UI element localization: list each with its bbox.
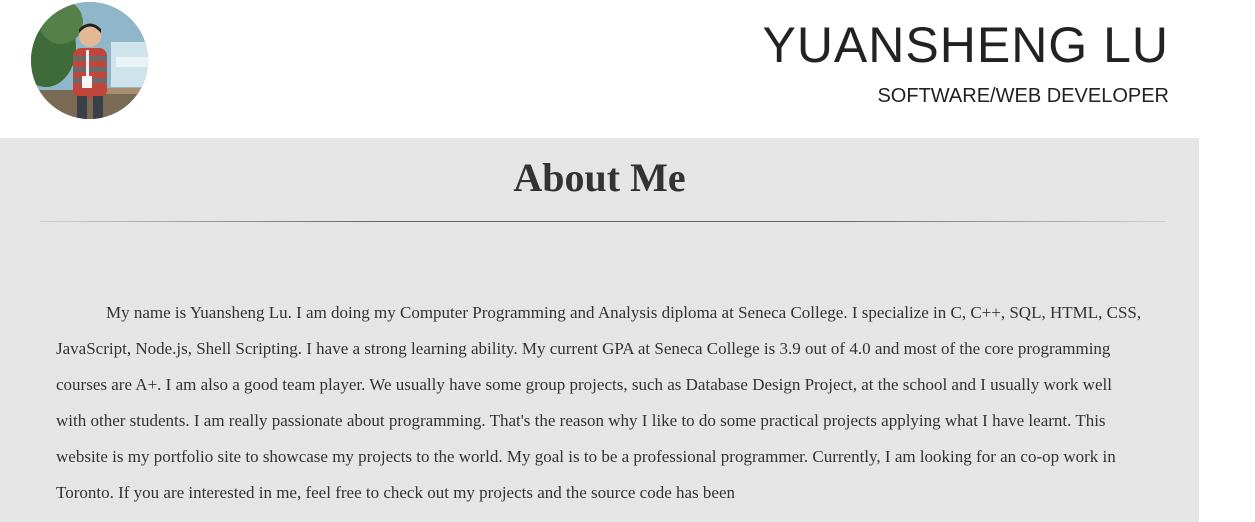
site-header: YUANSHENG LU SOFTWARE/WEB DEVELOPER: [0, 0, 1199, 138]
avatar: [31, 2, 148, 119]
about-section: About Me My name is Yuansheng Lu. I am d…: [0, 138, 1199, 522]
site-owner-name: YUANSHENG LU: [762, 17, 1169, 73]
site-owner-role: SOFTWARE/WEB DEVELOPER: [877, 85, 1169, 107]
section-divider: [40, 221, 1165, 222]
about-paragraph: My name is Yuansheng Lu. I am doing my C…: [56, 303, 1142, 502]
profile-photo-icon: [31, 2, 148, 119]
about-title: About Me: [513, 155, 686, 200]
